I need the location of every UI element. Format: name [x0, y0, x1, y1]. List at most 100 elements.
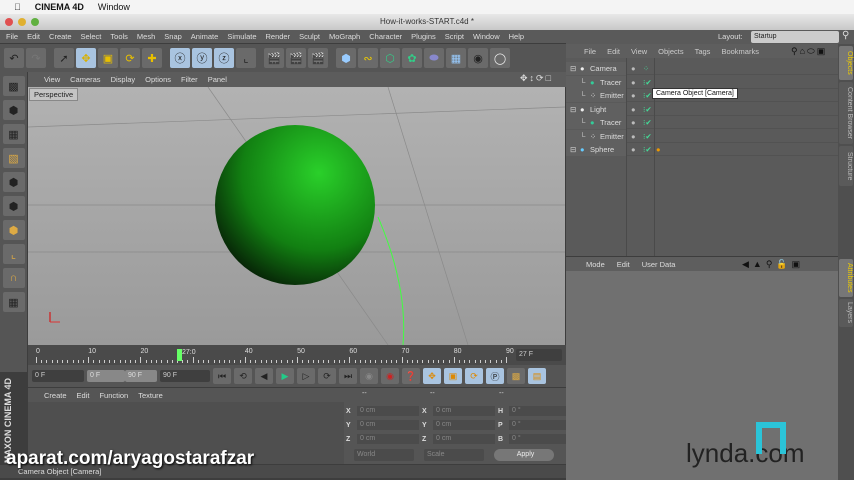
object-row[interactable]: ⊟ ● Sphere ● ⁝✔ ● [566, 143, 838, 156]
go-to-start-icon[interactable]: ⏮ [213, 368, 231, 384]
coord-field[interactable]: 0 cm [433, 406, 495, 416]
scale-tool-icon[interactable]: ▣ [98, 48, 118, 68]
enabled-check-icon[interactable]: ⁝✔ [643, 76, 652, 89]
apply-button[interactable]: Apply [494, 449, 554, 461]
prev-key-icon[interactable]: ⟲ [234, 368, 252, 384]
visibility-dot-icon[interactable]: ● [631, 89, 636, 102]
go-to-end-icon[interactable]: ⏭ [339, 368, 357, 384]
range-end[interactable]: 90 F [125, 370, 157, 382]
coord-field[interactable]: 0 ° [509, 434, 571, 444]
viewport-menu-panel[interactable]: Panel [208, 75, 227, 84]
object-row[interactable]: ⊟ ● Camera ● ⁘ [566, 62, 838, 75]
viewport[interactable]: Perspective [28, 87, 565, 345]
object-name[interactable]: Emitter [600, 89, 624, 102]
z-axis-icon[interactable]: ⓩ [214, 48, 234, 68]
viewport-menu-cameras[interactable]: Cameras [70, 75, 100, 84]
menu-sculpt[interactable]: Sculpt [299, 32, 320, 41]
object-menu-bookmarks[interactable]: Bookmarks [721, 47, 759, 56]
edges-mode-icon[interactable]: ⬢ [2, 196, 25, 216]
coord-field[interactable]: 0 cm [433, 434, 495, 444]
deformer-icon[interactable]: ⬬ [424, 48, 444, 68]
x-axis-icon[interactable]: ⓧ [170, 48, 190, 68]
enabled-check-icon[interactable]: ⁘ [643, 62, 649, 75]
menu-select[interactable]: Select [81, 32, 102, 41]
menu-mesh[interactable]: Mesh [137, 32, 155, 41]
menu-plugins[interactable]: Plugins [411, 32, 436, 41]
subdivision-icon[interactable]: ⬡ [380, 48, 400, 68]
tab-structure[interactable]: Structure [839, 146, 853, 186]
object-name[interactable]: Camera [590, 62, 617, 75]
redo-icon[interactable]: ↷ [26, 48, 46, 68]
viewport-menu-filter[interactable]: Filter [181, 75, 198, 84]
prev-frame-icon[interactable]: ◀ [255, 368, 273, 384]
next-frame-icon[interactable]: ▷ [297, 368, 315, 384]
key-position-icon[interactable]: ✥ [423, 368, 441, 384]
visibility-dot-icon[interactable]: ● [631, 130, 636, 143]
render-settings-icon[interactable]: 🎬 [308, 48, 328, 68]
visibility-dot-icon[interactable]: ● [631, 62, 636, 75]
tab-attributes[interactable]: Attributes [839, 259, 853, 297]
object-menu-tags[interactable]: Tags [695, 47, 711, 56]
undo-icon[interactable]: ↶ [4, 48, 24, 68]
select-tool-icon[interactable]: ➚ [54, 48, 74, 68]
object-menu-view[interactable]: View [631, 47, 647, 56]
viewport-menu-options[interactable]: Options [145, 75, 171, 84]
timeline-window-icon[interactable]: ▤ [528, 368, 546, 384]
app-menu[interactable]: CINEMA 4D [35, 2, 84, 12]
menu-mograph[interactable]: MoGraph [329, 32, 360, 41]
menu-character[interactable]: Character [369, 32, 402, 41]
rotate-tool-icon[interactable]: ⟳ [120, 48, 140, 68]
attribute-menu-edit[interactable]: Edit [617, 260, 630, 269]
range-start[interactable]: 0 F [87, 370, 125, 382]
timeline[interactable]: 0 10 20 40 50 60 70 80 90 27:0 27 F [28, 345, 566, 365]
enabled-check-icon[interactable]: ⁝✔ [643, 116, 652, 129]
key-scale-icon[interactable]: ▣ [444, 368, 462, 384]
menu-simulate[interactable]: Simulate [227, 32, 256, 41]
material-tag-icon[interactable]: ● [656, 143, 661, 156]
object-menu-edit[interactable]: Edit [607, 47, 620, 56]
coord-field[interactable]: 0 cm [433, 420, 495, 430]
object-row[interactable]: └ ● Tracer ● ⁝✔ [566, 75, 838, 89]
axis-mode-icon[interactable]: ⌞ [2, 244, 25, 264]
object-name[interactable]: Sphere [590, 143, 614, 156]
mac-menu-window[interactable]: Window [98, 2, 130, 12]
render-view-icon[interactable]: 🎬 [264, 48, 284, 68]
key-rotation-icon[interactable]: ⟳ [465, 368, 483, 384]
snap-icon[interactable]: ∩ [2, 268, 25, 288]
array-icon[interactable]: ✿ [402, 48, 422, 68]
tab-objects[interactable]: Objects [839, 46, 853, 80]
apple-icon[interactable]:  [14, 2, 21, 12]
enabled-check-icon[interactable]: ⁝✔ [643, 143, 652, 156]
texture-mode-icon[interactable]: ▦ [2, 124, 25, 144]
menu-script[interactable]: Script [445, 32, 464, 41]
menu-edit[interactable]: Edit [27, 32, 40, 41]
menu-window[interactable]: Window [473, 32, 500, 41]
material-menu-function[interactable]: Function [99, 391, 128, 400]
search-icon[interactable]: ⚲ [842, 30, 849, 41]
attribute-nav-icons[interactable]: ◀▲⚲🔓▣ [742, 259, 804, 270]
menu-file[interactable]: File [6, 32, 18, 41]
visibility-dot-icon[interactable]: ● [631, 143, 636, 156]
layout-select[interactable]: Startup [751, 31, 839, 43]
end-frame-field[interactable]: 90 F [160, 370, 210, 382]
viewport-menu-display[interactable]: Display [111, 75, 136, 84]
object-row[interactable]: └ ⁘ Emitter ● ⁝✔ [566, 129, 838, 143]
enabled-check-icon[interactable]: ⁝✔ [643, 103, 652, 116]
camera-icon[interactable]: ◉ [468, 48, 488, 68]
coord-field[interactable]: 0 cm [357, 420, 419, 430]
key-pla-icon[interactable]: ▩ [507, 368, 525, 384]
object-row[interactable]: └ ● Tracer ● ⁝✔ [566, 116, 838, 129]
object-name[interactable]: Light [590, 103, 606, 116]
start-frame-field[interactable]: 0 F [32, 370, 84, 382]
render-picture-viewer-icon[interactable]: 🎬 [286, 48, 306, 68]
coord-field[interactable]: 0 ° [509, 420, 571, 430]
keyframe-selection-icon[interactable]: ❓ [402, 368, 420, 384]
record-icon[interactable]: ◉ [360, 368, 378, 384]
zoom-button[interactable] [31, 18, 39, 26]
visibility-dot-icon[interactable]: ● [631, 116, 636, 129]
make-editable-icon[interactable]: ▩ [2, 76, 25, 96]
sphere-object[interactable] [215, 125, 375, 285]
coordinate-system-icon[interactable]: ⌞ [236, 48, 256, 68]
current-frame-field[interactable]: 27 F [516, 349, 562, 361]
object-row[interactable]: ⊟ ● Light ● ⁝✔ [566, 102, 838, 116]
